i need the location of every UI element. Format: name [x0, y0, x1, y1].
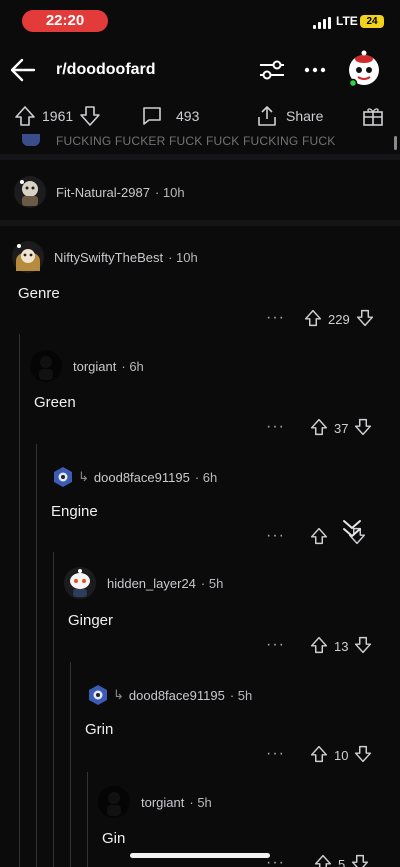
thread-line	[87, 772, 88, 867]
reply-arrow-icon: ↳	[78, 469, 89, 484]
avatar[interactable]	[98, 786, 130, 818]
upvote-icon[interactable]	[310, 418, 328, 439]
downvote-icon[interactable]	[354, 636, 372, 657]
comments-button[interactable]: 493	[141, 105, 199, 127]
status-bar: 22:20 LTE 24	[0, 0, 400, 42]
downvote-icon[interactable]	[356, 309, 374, 330]
post-action-bar: 1961 493 Share	[0, 98, 400, 134]
back-arrow-icon[interactable]	[8, 56, 38, 84]
avatar[interactable]	[14, 176, 46, 208]
thread-line	[36, 444, 37, 867]
avatar[interactable]	[12, 241, 44, 273]
comment-time: · 10h	[168, 249, 198, 265]
divider	[0, 154, 400, 160]
battery-icon: 24	[360, 15, 384, 28]
comment-vote-row: 13	[310, 636, 372, 657]
comment-time: · 5h	[189, 794, 212, 810]
comment-header: torgiant · 6h	[30, 350, 144, 382]
thread-line	[53, 552, 54, 867]
award-gift-icon[interactable]	[362, 105, 384, 127]
more-options-icon[interactable]	[303, 60, 327, 80]
upvote-icon[interactable]	[304, 309, 322, 330]
downvote-icon[interactable]	[351, 854, 369, 867]
share-button[interactable]: Share	[256, 105, 323, 127]
comment-header: torgiant · 5h	[98, 786, 212, 818]
comment-score: 229	[328, 312, 350, 327]
network-label: LTE	[336, 14, 358, 28]
username[interactable]: torgiant	[141, 795, 184, 810]
username[interactable]: Fit-Natural-2987	[56, 185, 150, 200]
top-bar: r/doodoofard	[0, 42, 400, 98]
comment-vote-row: 10	[310, 745, 372, 766]
comment-body: Genre	[18, 285, 60, 302]
comment-score: 10	[334, 748, 349, 763]
comment-bubble-icon	[141, 105, 163, 127]
comment-more-icon[interactable]: ···	[266, 309, 285, 327]
comment-score: 5	[338, 857, 346, 867]
comment-body: Grin	[85, 721, 114, 738]
upvote-icon[interactable]	[310, 527, 328, 548]
comment-score: 37	[334, 421, 349, 436]
user-avatar[interactable]	[346, 50, 382, 88]
comment-time: · 5h	[200, 575, 224, 591]
reply-arrow-icon: ↳	[113, 687, 124, 702]
comment-header: Fit-Natural-2987 · 10h	[14, 176, 185, 208]
comment-more-icon[interactable]: ···	[266, 527, 285, 545]
comment-header: hidden_layer24 · 5h	[64, 567, 223, 599]
avatar[interactable]	[64, 567, 96, 599]
comment-vote-row: 229	[304, 309, 374, 330]
username[interactable]: NiftySwiftyTheBest	[54, 250, 163, 265]
comment-time: · 6h	[194, 469, 218, 485]
share-label: Share	[286, 108, 324, 124]
downvote-icon[interactable]	[79, 105, 101, 127]
thread-line	[70, 662, 71, 867]
username[interactable]: hidden_layer24	[107, 576, 196, 591]
username[interactable]: dood8face91195	[129, 688, 225, 703]
upvote-icon[interactable]	[314, 854, 332, 867]
comment-header: ↳ dood8face91195 · 6h	[52, 466, 217, 488]
post-score: 1961	[42, 108, 74, 124]
username[interactable]: dood8face91195	[94, 470, 190, 485]
signal-icon	[313, 17, 331, 29]
downvote-icon[interactable]	[354, 418, 372, 439]
collapse-chevron-icon[interactable]	[340, 518, 364, 545]
home-indicator[interactable]	[130, 853, 270, 858]
upvote-icon[interactable]	[310, 636, 328, 657]
upvote-icon[interactable]	[14, 105, 36, 127]
comment-body: Ginger	[68, 612, 114, 629]
filter-icon[interactable]	[258, 58, 286, 82]
avatar[interactable]	[52, 466, 74, 488]
vote-group: 1961	[14, 105, 101, 127]
thread-line	[19, 334, 20, 867]
share-icon	[256, 105, 278, 127]
avatar	[22, 134, 40, 146]
upvote-icon[interactable]	[310, 745, 328, 766]
comment-vote-row: 37	[310, 418, 372, 439]
avatar[interactable]	[30, 350, 62, 382]
divider	[0, 220, 400, 226]
comment-header: ↳ dood8face91195 · 5h	[87, 684, 252, 706]
comment-count: 493	[176, 108, 200, 124]
comment-body: Engine	[51, 503, 98, 520]
comment-body: Gin	[102, 830, 126, 847]
comment-thread: FUCKING FUCKER FUCK FUCK FUCKING FUCK Fi…	[0, 134, 400, 867]
comment-body: Green	[34, 394, 76, 411]
status-time: 22:20	[22, 10, 108, 32]
comment-vote-row: 5	[314, 854, 369, 867]
avatar[interactable]	[87, 684, 109, 706]
username[interactable]: torgiant	[73, 359, 116, 374]
comment-time: · 6h	[121, 358, 144, 374]
comment-more-icon[interactable]: ···	[266, 636, 285, 654]
subreddit-title[interactable]: r/doodoofard	[56, 61, 156, 79]
downvote-icon[interactable]	[354, 745, 372, 766]
comment-score: 13	[334, 639, 349, 654]
comment-time: · 5h	[229, 687, 253, 703]
comment-more-icon[interactable]: ···	[266, 418, 285, 436]
comment-time: · 10h	[154, 184, 185, 200]
comment-more-icon[interactable]: ···	[266, 745, 285, 763]
comment-header: NiftySwiftyTheBest · 10h	[12, 241, 198, 273]
truncated-comment-text: FUCKING FUCKER FUCK FUCK FUCKING FUCK	[56, 134, 336, 148]
